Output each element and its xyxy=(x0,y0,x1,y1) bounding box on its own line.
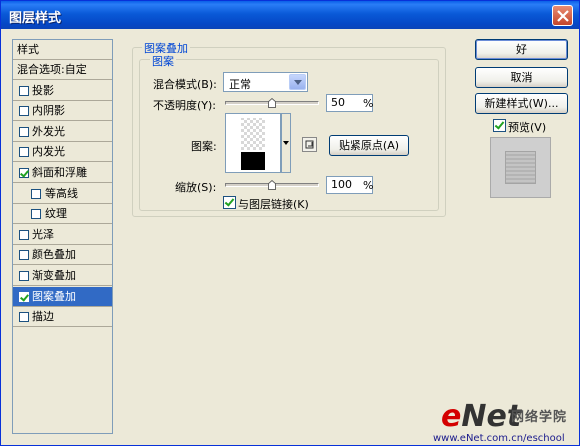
style-preview-thumbnail xyxy=(490,137,551,198)
style-item[interactable]: 光泽 xyxy=(13,225,112,245)
style-item-checkbox[interactable] xyxy=(19,147,29,158)
preview-label: 预览(V) xyxy=(508,121,547,134)
ok-button[interactable]: 好 xyxy=(475,39,568,60)
style-item-label: 渐变叠加 xyxy=(32,269,76,282)
pattern-picker-arrow[interactable] xyxy=(281,113,291,173)
preview-checkbox[interactable] xyxy=(493,119,506,132)
new-preset-icon[interactable] xyxy=(302,137,317,152)
pattern-label: 图案: xyxy=(191,140,217,153)
enet-logo-chinese: 网络学院 xyxy=(511,410,568,425)
style-item[interactable]: 描边 xyxy=(13,307,112,328)
enet-logo: eNet xyxy=(441,399,522,434)
styles-header: 样式 xyxy=(13,40,112,60)
style-item-label: 外发光 xyxy=(32,124,65,138)
style-item-label: 等高线 xyxy=(45,186,78,200)
style-item[interactable]: 内发光 xyxy=(13,142,112,163)
new-style-button[interactable]: 新建样式(W)... xyxy=(475,93,568,114)
blending-options-item[interactable]: 混合选项:自定 xyxy=(13,60,112,80)
pattern-swatch[interactable] xyxy=(225,113,281,173)
style-item-label: 光泽 xyxy=(32,227,54,241)
styles-header-label: 样式 xyxy=(17,43,39,56)
pattern-preview-image xyxy=(241,118,265,170)
style-item[interactable]: 外发光 xyxy=(13,122,112,142)
style-item-checkbox[interactable] xyxy=(31,188,41,199)
close-button[interactable] xyxy=(552,5,573,26)
style-item[interactable]: 等高线 xyxy=(13,184,112,204)
layer-style-dialog: 图层样式 样式 混合选项:自定投影内阴影外发光内发光斜面和浮雕等高线纹理光泽颜色… xyxy=(0,0,580,446)
opacity-unit: % xyxy=(363,97,374,110)
cancel-button[interactable]: 取消 xyxy=(475,67,568,88)
style-item[interactable]: 投影 xyxy=(13,81,112,101)
style-item-label: 投影 xyxy=(32,83,54,97)
style-item[interactable]: 纹理 xyxy=(13,204,112,225)
scale-unit: % xyxy=(363,179,374,192)
scale-slider-thumb[interactable] xyxy=(268,180,276,190)
style-item-label: 内阴影 xyxy=(32,104,65,118)
style-item-label: 内发光 xyxy=(32,145,65,159)
link-with-layer-checkbox[interactable] xyxy=(223,196,236,209)
style-item-label: 图案叠加 xyxy=(32,289,76,303)
title-bar[interactable]: 图层样式 xyxy=(1,1,579,29)
watermark-url: www.eNet.com.cn/eschool xyxy=(433,433,565,444)
style-item-checkbox[interactable] xyxy=(19,271,29,281)
pattern-subgroup-title: 图案 xyxy=(150,53,176,69)
link-with-layer-label: 与图层链接(K) xyxy=(238,198,309,211)
blend-mode-label: 混合模式(B): xyxy=(153,78,217,91)
style-item-label: 混合选项:自定 xyxy=(17,63,87,76)
style-item-checkbox[interactable] xyxy=(19,126,29,137)
style-item[interactable]: 渐变叠加 xyxy=(13,266,112,286)
window-title: 图层样式 xyxy=(9,11,62,26)
style-preview-sample xyxy=(505,151,536,184)
style-item-checkbox[interactable] xyxy=(19,168,29,178)
style-item-checkbox[interactable] xyxy=(19,106,29,117)
style-item[interactable]: 图案叠加 xyxy=(13,286,112,307)
style-item-checkbox[interactable] xyxy=(19,85,29,96)
styles-list: 样式 混合选项:自定投影内阴影外发光内发光斜面和浮雕等高线纹理光泽颜色叠加渐变叠… xyxy=(12,39,113,434)
close-icon xyxy=(557,10,569,22)
style-item[interactable]: 内阴影 xyxy=(13,101,112,122)
blend-mode-value: 正常 xyxy=(229,78,251,91)
opacity-label: 不透明度(Y): xyxy=(153,99,217,112)
snap-to-origin-button[interactable]: 贴紧原点(A) xyxy=(329,135,409,156)
style-item-checkbox[interactable] xyxy=(19,250,29,261)
style-item-label: 斜面和浮雕 xyxy=(32,166,87,179)
style-item-checkbox[interactable] xyxy=(19,229,29,240)
style-item[interactable]: 颜色叠加 xyxy=(13,245,112,266)
style-item-checkbox[interactable] xyxy=(19,312,29,323)
style-item-checkbox[interactable] xyxy=(19,291,29,302)
chevron-down-icon xyxy=(289,74,306,90)
style-item[interactable]: 斜面和浮雕 xyxy=(13,163,112,183)
opacity-slider-thumb[interactable] xyxy=(268,98,276,108)
style-item-label: 颜色叠加 xyxy=(32,248,76,262)
style-item-checkbox[interactable] xyxy=(31,209,41,220)
style-item-label: 描边 xyxy=(32,310,54,324)
style-item-label: 纹理 xyxy=(45,207,67,221)
blend-mode-select[interactable]: 正常 xyxy=(223,72,308,92)
scale-label: 缩放(S): xyxy=(175,181,217,194)
